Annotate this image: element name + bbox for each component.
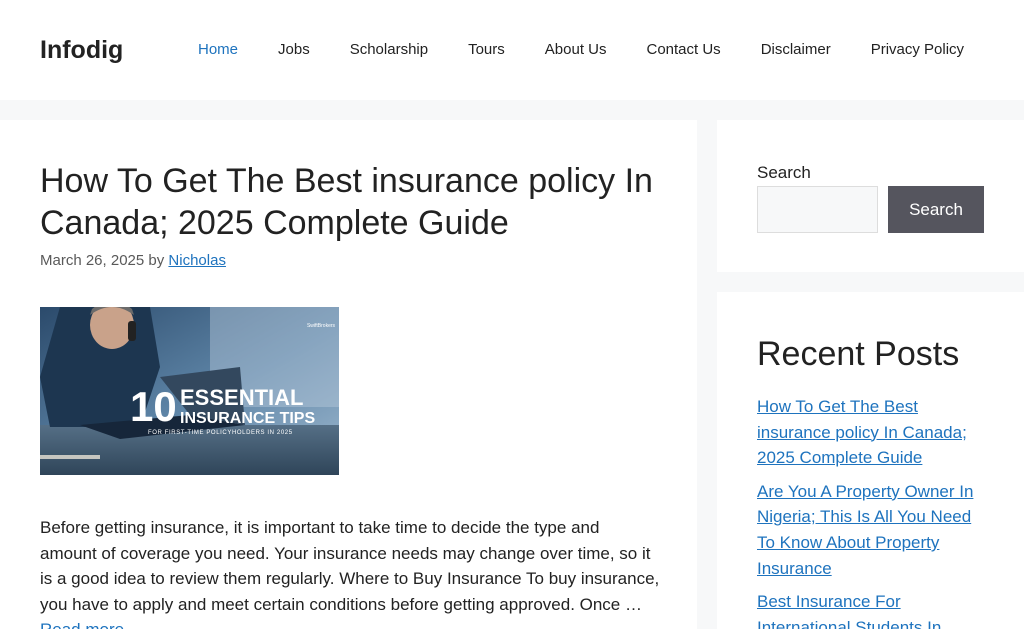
image-line1: ESSENTIAL <box>180 385 303 410</box>
post-date[interactable]: March 26, 2025 <box>40 252 144 269</box>
search-label: Search <box>757 163 811 182</box>
recent-posts-widget: Recent Posts How To Get The Best insuran… <box>717 292 1024 629</box>
post-excerpt-text: Before getting insurance, it is importan… <box>40 518 660 614</box>
recent-posts-list: How To Get The Best insurance policy In … <box>757 394 987 629</box>
list-item: Best Insurance For International Student… <box>757 589 987 629</box>
post-featured-image[interactable]: SwiftBrokers 10 ESSENTIAL INSURANCE TIPS… <box>40 307 339 475</box>
site-header: Infodig Home Jobs Scholarship Tours Abou… <box>0 0 1024 100</box>
read-more-link[interactable]: Read more <box>40 620 124 629</box>
search-widget: Search Search <box>717 120 1024 272</box>
list-item: Are You A Property Owner In Nigeria; Thi… <box>757 479 987 581</box>
nav-item-disclaimer[interactable]: Disclaimer <box>741 30 851 70</box>
list-item: How To Get The Best insurance policy In … <box>757 394 987 471</box>
post-by: by <box>148 252 165 269</box>
image-line2: INSURANCE TIPS <box>180 410 315 427</box>
image-line3: FOR FIRST-TIME POLICYHOLDERS IN 2025 <box>148 430 293 436</box>
nav-item-tours[interactable]: Tours <box>448 30 525 70</box>
search-button[interactable]: Search <box>888 186 984 233</box>
recent-posts-title: Recent Posts <box>757 335 960 373</box>
image-brand: SwiftBrokers <box>307 323 336 329</box>
nav-item-jobs[interactable]: Jobs <box>258 30 330 70</box>
search-input[interactable] <box>757 186 878 233</box>
nav-item-scholarship[interactable]: Scholarship <box>330 30 448 70</box>
nav-item-contact-us[interactable]: Contact Us <box>626 30 740 70</box>
nav-item-home[interactable]: Home <box>178 30 258 70</box>
recent-post-link[interactable]: Best Insurance For International Student… <box>757 592 941 629</box>
featured-image-graphic: SwiftBrokers 10 ESSENTIAL INSURANCE TIPS… <box>40 307 339 475</box>
nav-item-about-us[interactable]: About Us <box>525 30 627 70</box>
image-big-number: 10 <box>130 383 177 430</box>
post-title[interactable]: How To Get The Best insurance policy In … <box>40 160 660 244</box>
main-navigation: Home Jobs Scholarship Tours About Us Con… <box>178 30 984 70</box>
site-title[interactable]: Infodig <box>40 35 123 65</box>
post-meta: March 26, 2025 by Nicholas <box>40 252 226 270</box>
recent-post-link[interactable]: How To Get The Best insurance policy In … <box>757 397 967 467</box>
post-author-link[interactable]: Nicholas <box>168 252 226 269</box>
nav-item-privacy-policy[interactable]: Privacy Policy <box>851 30 984 70</box>
recent-post-link[interactable]: Are You A Property Owner In Nigeria; Thi… <box>757 482 973 578</box>
article-card: How To Get The Best insurance policy In … <box>0 120 697 629</box>
post-excerpt: Before getting insurance, it is importan… <box>40 515 660 629</box>
